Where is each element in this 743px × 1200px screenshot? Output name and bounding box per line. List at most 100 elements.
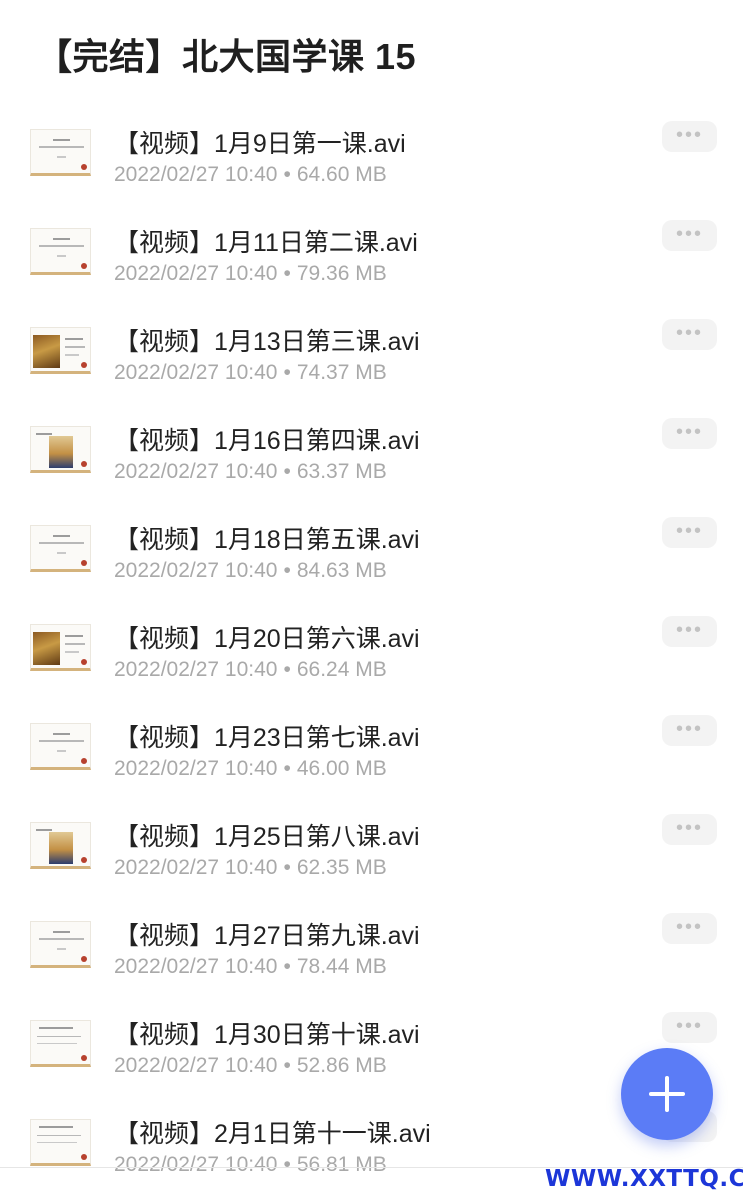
- file-meta: 2022/02/27 10:40 • 84.63 MB: [114, 559, 387, 583]
- file-row[interactable]: 【视频】1月20日第六课.avi 2022/02/27 10:40 • 66.24 M…: [0, 602, 743, 701]
- more-options-button[interactable]: •••: [662, 319, 717, 350]
- file-meta: 2022/02/27 10:40 • 66.24 MB: [114, 658, 387, 682]
- video-thumbnail: [30, 723, 91, 770]
- file-size: 84.63 MB: [296, 559, 387, 582]
- seal-icon: [81, 857, 87, 863]
- video-thumbnail: [30, 327, 91, 374]
- file-date: 2022/02/27 10:40: [114, 658, 278, 681]
- thumbnail-art: [49, 436, 73, 468]
- more-options-button[interactable]: •••: [662, 715, 717, 746]
- meta-separator: •: [283, 757, 291, 780]
- file-size: 79.36 MB: [296, 262, 387, 285]
- file-name[interactable]: 【视频】1月20日第六课.avi: [114, 619, 420, 655]
- more-options-button[interactable]: •••: [662, 121, 717, 152]
- file-row[interactable]: 【视频】1月9日第一课.avi 2022/02/27 10:40 • 64.60 MB…: [0, 107, 743, 206]
- folder-title: 【完结】北大国学课 15: [36, 36, 417, 77]
- file-meta: 2022/02/27 10:40 • 52.86 MB: [114, 1054, 387, 1078]
- file-name[interactable]: 【视频】1月23日第七课.avi: [114, 718, 420, 754]
- meta-separator: •: [283, 1153, 291, 1176]
- file-size: 56.81 MB: [296, 1153, 387, 1176]
- thumbnail-art: [33, 335, 60, 368]
- more-options-button[interactable]: •••: [662, 1012, 717, 1043]
- file-name[interactable]: 【视频】1月27日第九课.avi: [114, 916, 420, 952]
- file-meta: 2022/02/27 10:40 • 74.37 MB: [114, 361, 387, 385]
- file-date: 2022/02/27 10:40: [114, 955, 278, 978]
- file-size: 74.37 MB: [296, 361, 387, 384]
- video-thumbnail: [30, 921, 91, 968]
- file-size: 62.35 MB: [296, 856, 387, 879]
- more-options-button[interactable]: •••: [662, 220, 717, 251]
- meta-separator: •: [283, 460, 291, 483]
- file-date: 2022/02/27 10:40: [114, 460, 278, 483]
- file-name[interactable]: 【视频】1月13日第三课.avi: [114, 322, 420, 358]
- file-row[interactable]: 【视频】1月16日第四课.avi 2022/02/27 10:40 • 63.37 M…: [0, 404, 743, 503]
- watermark: WWW.XXTTQ.COM: [545, 1166, 743, 1192]
- video-thumbnail: [30, 1119, 91, 1166]
- file-size: 66.24 MB: [296, 658, 387, 681]
- file-name[interactable]: 【视频】1月25日第八课.avi: [114, 817, 420, 853]
- meta-separator: •: [283, 163, 291, 186]
- file-row[interactable]: 【视频】1月13日第三课.avi 2022/02/27 10:40 • 74.37 M…: [0, 305, 743, 404]
- seal-icon: [81, 1055, 87, 1061]
- file-row[interactable]: 【视频】1月11日第二课.avi 2022/02/27 10:40 • 79.36 M…: [0, 206, 743, 305]
- meta-separator: •: [283, 361, 291, 384]
- file-date: 2022/02/27 10:40: [114, 1153, 278, 1176]
- file-name[interactable]: 【视频】1月11日第二课.avi: [114, 223, 418, 259]
- file-date: 2022/02/27 10:40: [114, 856, 278, 879]
- seal-icon: [81, 461, 87, 467]
- video-thumbnail: [30, 624, 91, 671]
- seal-icon: [81, 362, 87, 368]
- seal-icon: [81, 1154, 87, 1160]
- plus-icon: [649, 1076, 685, 1112]
- file-list: 【视频】1月9日第一课.avi 2022/02/27 10:40 • 64.60 MB…: [0, 107, 743, 1196]
- file-size: 46.00 MB: [296, 757, 387, 780]
- file-meta: 2022/02/27 10:40 • 62.35 MB: [114, 856, 387, 880]
- thumbnail-art: [49, 832, 73, 864]
- video-thumbnail: [30, 129, 91, 176]
- file-meta: 2022/02/27 10:40 • 63.37 MB: [114, 460, 387, 484]
- video-thumbnail: [30, 1020, 91, 1067]
- more-options-button[interactable]: •••: [662, 814, 717, 845]
- meta-separator: •: [283, 955, 291, 978]
- seal-icon: [81, 560, 87, 566]
- meta-separator: •: [283, 658, 291, 681]
- seal-icon: [81, 659, 87, 665]
- file-name[interactable]: 【视频】2月1日第十一课.avi: [114, 1114, 431, 1150]
- file-name[interactable]: 【视频】1月9日第一课.avi: [114, 124, 406, 160]
- file-size: 64.60 MB: [296, 163, 387, 186]
- file-date: 2022/02/27 10:40: [114, 163, 278, 186]
- add-button[interactable]: [621, 1048, 713, 1140]
- more-options-button[interactable]: •••: [662, 418, 717, 449]
- thumbnail-art: [33, 632, 60, 665]
- more-options-button[interactable]: •••: [662, 616, 717, 647]
- meta-separator: •: [283, 262, 291, 285]
- file-date: 2022/02/27 10:40: [114, 1054, 278, 1077]
- video-thumbnail: [30, 228, 91, 275]
- meta-separator: •: [283, 856, 291, 879]
- more-options-button[interactable]: •••: [662, 913, 717, 944]
- file-meta: 2022/02/27 10:40 • 79.36 MB: [114, 262, 387, 286]
- file-date: 2022/02/27 10:40: [114, 361, 278, 384]
- file-row[interactable]: 【视频】1月25日第八课.avi 2022/02/27 10:40 • 62.35 M…: [0, 800, 743, 899]
- file-list-screen: 【完结】北大国学课 15 【视频】1月9日第一课.avi 2022/02/27 1…: [0, 0, 743, 1200]
- file-name[interactable]: 【视频】1月16日第四课.avi: [114, 421, 420, 457]
- seal-icon: [81, 263, 87, 269]
- file-meta: 2022/02/27 10:40 • 78.44 MB: [114, 955, 387, 979]
- file-row[interactable]: 【视频】1月18日第五课.avi 2022/02/27 10:40 • 84.63 M…: [0, 503, 743, 602]
- video-thumbnail: [30, 426, 91, 473]
- file-meta: 2022/02/27 10:40 • 56.81 MB: [114, 1153, 387, 1177]
- file-row[interactable]: 【视频】1月23日第七课.avi 2022/02/27 10:40 • 46.00 M…: [0, 701, 743, 800]
- file-size: 78.44 MB: [296, 955, 387, 978]
- meta-separator: •: [283, 1054, 291, 1077]
- file-name[interactable]: 【视频】1月30日第十课.avi: [114, 1015, 420, 1051]
- seal-icon: [81, 956, 87, 962]
- file-date: 2022/02/27 10:40: [114, 757, 278, 780]
- more-options-button[interactable]: •••: [662, 517, 717, 548]
- file-row[interactable]: 【视频】1月27日第九课.avi 2022/02/27 10:40 • 78.44 M…: [0, 899, 743, 998]
- file-date: 2022/02/27 10:40: [114, 559, 278, 582]
- file-date: 2022/02/27 10:40: [114, 262, 278, 285]
- video-thumbnail: [30, 525, 91, 572]
- file-name[interactable]: 【视频】1月18日第五课.avi: [114, 520, 420, 556]
- file-size: 52.86 MB: [296, 1054, 387, 1077]
- file-size: 63.37 MB: [296, 460, 387, 483]
